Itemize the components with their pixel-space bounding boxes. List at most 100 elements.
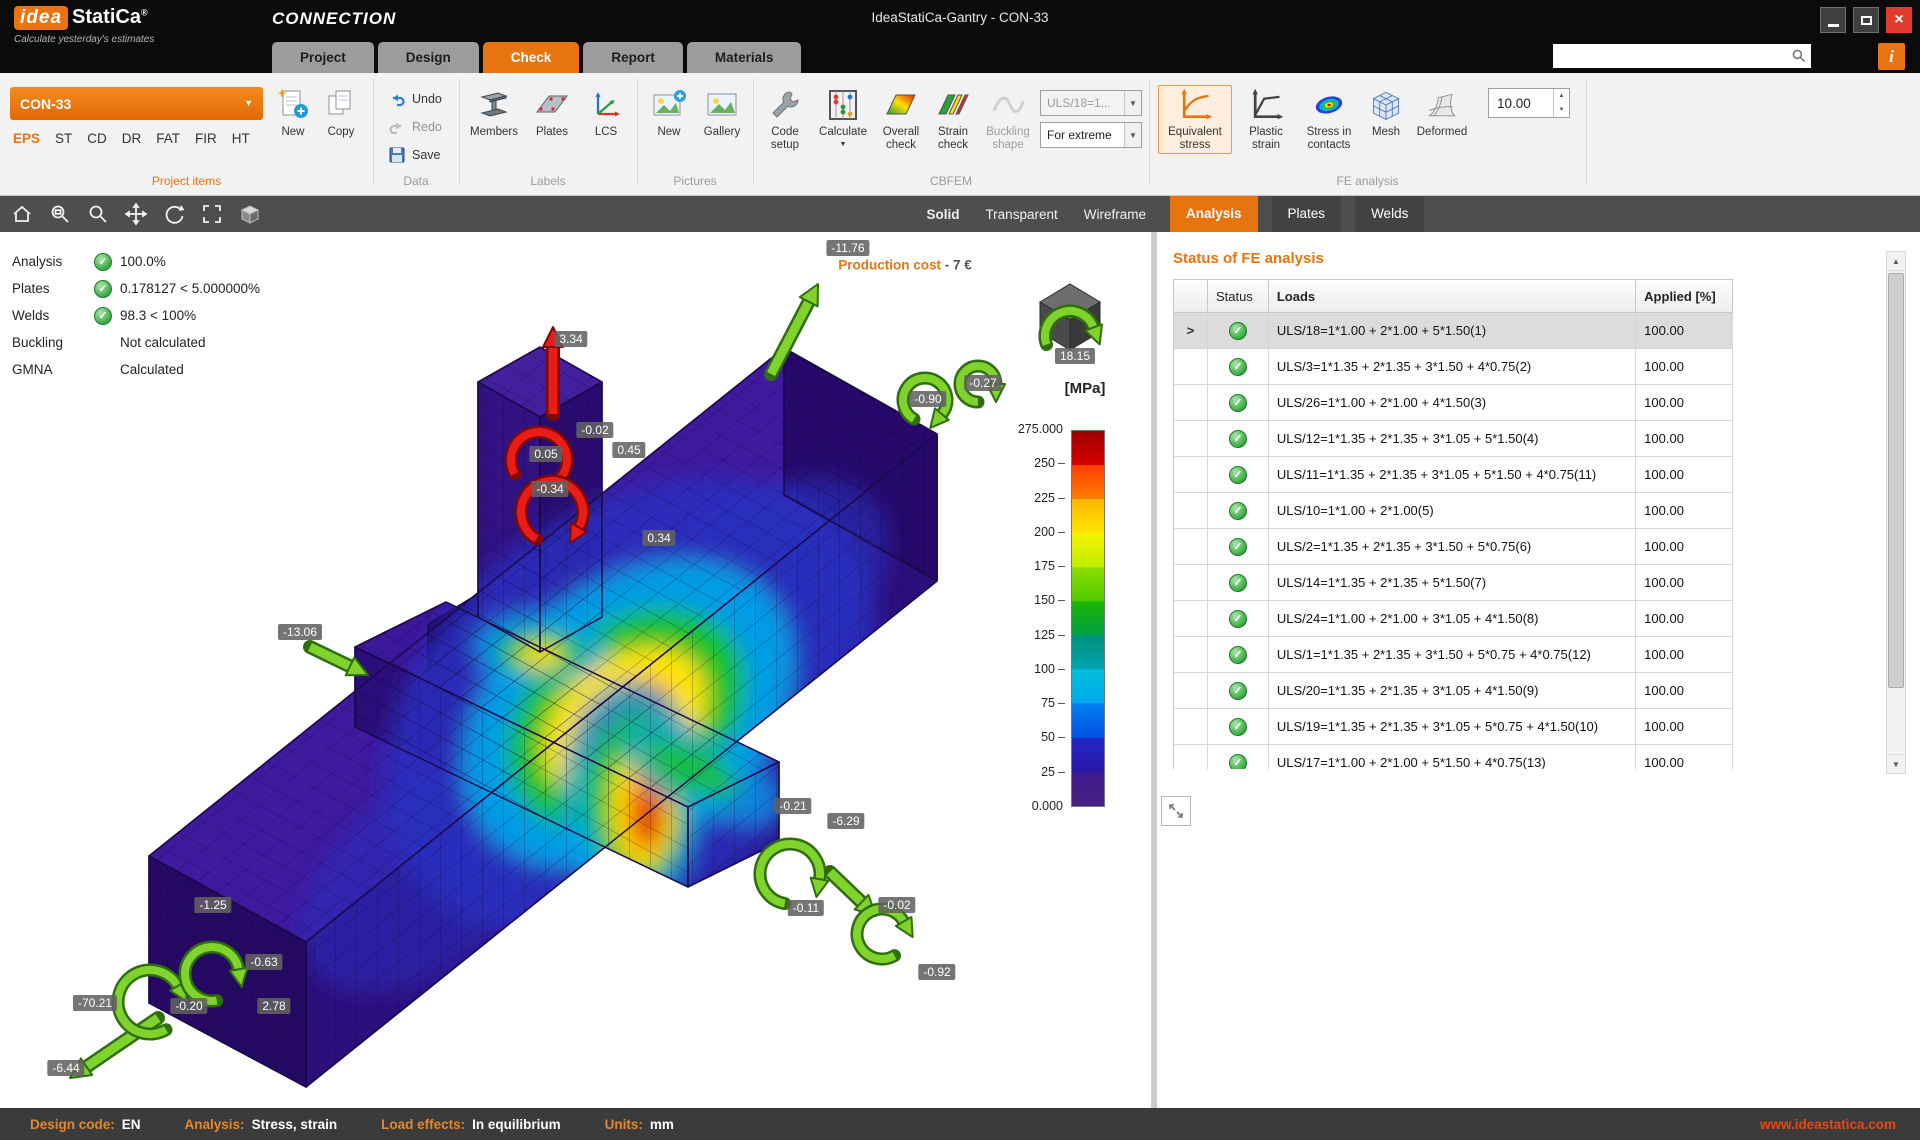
mesh-button[interactable]: Mesh <box>1364 85 1408 141</box>
project-item-cd[interactable]: CD <box>87 131 107 146</box>
new-project-item-button[interactable]: New <box>270 85 316 141</box>
scroll-up-icon[interactable]: ▲ <box>1887 252 1905 271</box>
panel-tab-analysis[interactable]: Analysis <box>1170 196 1258 232</box>
search-input[interactable] <box>1558 46 1791 66</box>
project-item-st[interactable]: ST <box>55 131 72 146</box>
table-scrollbar[interactable]: ▲ ▼ <box>1886 251 1906 774</box>
table-row[interactable]: ✓ULS/2=1*1.35 + 2*1.35 + 3*1.50 + 5*0.75… <box>1174 529 1733 565</box>
home-view-button[interactable] <box>8 200 36 228</box>
row-expander[interactable] <box>1174 349 1208 385</box>
scroll-down-icon[interactable]: ▼ <box>1887 754 1905 773</box>
tab-report[interactable]: Report <box>583 42 683 73</box>
gallery-label: Gallery <box>704 126 740 139</box>
buckling-shape-button[interactable]: Buckling shape <box>980 85 1036 154</box>
strain-check-button[interactable]: Strain check <box>930 85 976 154</box>
window-title: IdeaStatiCa-Gantry - CON-33 <box>871 10 1048 25</box>
deformed-button[interactable]: Deformed <box>1412 85 1472 141</box>
undo-button[interactable]: Undo <box>388 90 442 108</box>
spinner-up-icon[interactable]: ▲ <box>1554 89 1569 103</box>
website-link[interactable]: www.ideastatica.com <box>1760 1117 1896 1132</box>
project-item-dr[interactable]: DR <box>122 131 142 146</box>
gallery-button[interactable]: Gallery <box>696 85 748 141</box>
overall-check-icon <box>883 87 919 123</box>
row-applied-cell: 100.00 <box>1636 349 1733 385</box>
table-row[interactable]: ✓ULS/10=1*1.00 + 2*1.00(5)100.00 <box>1174 493 1733 529</box>
row-expander[interactable] <box>1174 421 1208 457</box>
rotate-view-button[interactable] <box>160 200 188 228</box>
table-row[interactable]: ✓ULS/19=1*1.35 + 2*1.35 + 3*1.05 + 5*0.7… <box>1174 709 1733 745</box>
display-mode-button[interactable] <box>236 200 264 228</box>
table-row[interactable]: ✓ULS/11=1*1.35 + 2*1.35 + 3*1.05 + 5*1.5… <box>1174 457 1733 493</box>
row-expander[interactable] <box>1174 529 1208 565</box>
render-mode-solid[interactable]: Solid <box>926 207 959 222</box>
load-combination-dropdown[interactable]: ULS/18=1... ▼ <box>1040 90 1142 116</box>
zoom-button[interactable] <box>84 200 112 228</box>
search-box[interactable] <box>1553 44 1811 68</box>
code-setup-button[interactable]: Code setup <box>760 85 810 154</box>
pan-button[interactable] <box>122 200 150 228</box>
table-row[interactable]: ✓ULS/12=1*1.35 + 2*1.35 + 3*1.05 + 5*1.5… <box>1174 421 1733 457</box>
redo-button[interactable]: Redo <box>388 118 442 136</box>
panel-tab-welds[interactable]: Welds <box>1355 196 1424 232</box>
table-row[interactable]: ✓ULS/26=1*1.00 + 2*1.00 + 4*1.50(3)100.0… <box>1174 385 1733 421</box>
info-button[interactable]: i <box>1878 43 1905 70</box>
close-button[interactable]: × <box>1886 7 1912 33</box>
table-row[interactable]: ✓ULS/3=1*1.35 + 2*1.35 + 3*1.50 + 4*0.75… <box>1174 349 1733 385</box>
project-selector-dropdown[interactable]: CON-33 ▼ <box>10 87 263 120</box>
zoom-window-button[interactable] <box>46 200 74 228</box>
row-applied-cell: 100.00 <box>1636 529 1733 565</box>
expand-view-button[interactable] <box>1161 796 1191 826</box>
spinner-down-icon[interactable]: ▼ <box>1554 103 1569 117</box>
render-mode-wireframe[interactable]: Wireframe <box>1084 207 1146 222</box>
table-row[interactable]: >✓ULS/18=1*1.00 + 2*1.00 + 5*1.50(1)100.… <box>1174 313 1733 349</box>
row-applied-cell: 100.00 <box>1636 493 1733 529</box>
row-expander[interactable] <box>1174 565 1208 601</box>
scrollbar-thumb[interactable] <box>1888 273 1904 688</box>
row-expander[interactable] <box>1174 637 1208 673</box>
table-row[interactable]: ✓ULS/1=1*1.35 + 2*1.35 + 3*1.50 + 5*0.75… <box>1174 637 1733 673</box>
viewport-canvas[interactable]: Analysis✓100.0%Plates✓0.178127 < 5.00000… <box>0 232 1151 1108</box>
tab-project[interactable]: Project <box>272 42 374 73</box>
zoom-fit-button[interactable] <box>198 200 226 228</box>
minimize-button[interactable] <box>1820 7 1846 33</box>
new-picture-button[interactable]: New <box>646 85 692 141</box>
project-item-eps[interactable]: EPS <box>13 131 40 146</box>
project-item-ht[interactable]: HT <box>232 131 250 146</box>
panel-tab-plates[interactable]: Plates <box>1272 196 1342 232</box>
row-expander[interactable] <box>1174 745 1208 769</box>
equivalent-stress-button[interactable]: Equivalent stress <box>1158 85 1232 154</box>
overall-check-button[interactable]: Overall check <box>876 85 926 154</box>
render-mode-transparent[interactable]: Transparent <box>985 207 1057 222</box>
row-expander[interactable] <box>1174 457 1208 493</box>
members-labels-button[interactable]: Members <box>466 85 522 141</box>
table-row[interactable]: ✓ULS/17=1*1.00 + 2*1.00 + 5*1.50 + 4*0.7… <box>1174 745 1733 769</box>
table-row[interactable]: ✓ULS/24=1*1.00 + 2*1.00 + 3*1.05 + 4*1.5… <box>1174 601 1733 637</box>
extreme-filter-dropdown[interactable]: For extreme ▼ <box>1040 122 1142 148</box>
table-row[interactable]: ✓ULS/14=1*1.35 + 2*1.35 + 5*1.50(7)100.0… <box>1174 565 1733 601</box>
row-expander[interactable] <box>1174 385 1208 421</box>
new-item-label: New <box>281 126 304 139</box>
project-item-fat[interactable]: FAT <box>156 131 180 146</box>
table-row[interactable]: ✓ULS/20=1*1.35 + 2*1.35 + 3*1.05 + 4*1.5… <box>1174 673 1733 709</box>
row-expander[interactable]: > <box>1174 313 1208 349</box>
row-expander[interactable] <box>1174 493 1208 529</box>
tab-materials[interactable]: Materials <box>687 42 802 73</box>
legend-color-bar <box>1071 430 1105 807</box>
tab-design[interactable]: Design <box>378 42 479 73</box>
plastic-strain-button[interactable]: Plastic strain <box>1238 85 1294 154</box>
deformation-scale-spinner[interactable]: 10.00 ▲▼ <box>1488 88 1570 118</box>
app-logo: idea StatiCa® Calculate yesterday's esti… <box>14 6 154 45</box>
row-expander[interactable] <box>1174 601 1208 637</box>
lcs-labels-button[interactable]: LCS <box>582 85 630 141</box>
calculate-button[interactable]: Calculate ▼ <box>814 85 872 149</box>
save-button[interactable]: Save <box>388 146 441 164</box>
copy-project-item-button[interactable]: Copy <box>318 85 364 141</box>
maximize-button[interactable] <box>1853 7 1879 33</box>
row-expander[interactable] <box>1174 673 1208 709</box>
stress-in-contacts-label: Stress in contacts <box>1299 126 1359 152</box>
plates-labels-button[interactable]: Plates <box>526 85 578 141</box>
tab-check[interactable]: Check <box>483 42 580 73</box>
row-expander[interactable] <box>1174 709 1208 745</box>
project-item-fir[interactable]: FIR <box>195 131 217 146</box>
stress-in-contacts-button[interactable]: Stress in contacts <box>1298 85 1360 154</box>
